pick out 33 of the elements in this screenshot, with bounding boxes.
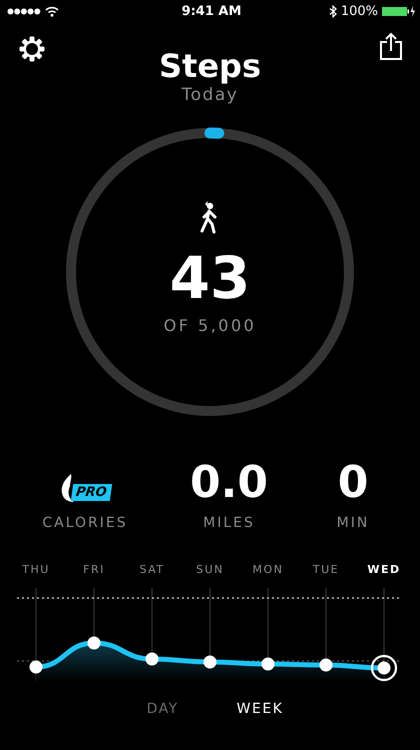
stat-label: MIN — [336, 515, 370, 531]
battery-icon — [382, 6, 416, 16]
step-goal: OF 5,000 — [164, 316, 256, 334]
day-label[interactable]: WED — [355, 563, 413, 576]
wifi-icon — [45, 6, 59, 16]
data-point[interactable] — [30, 660, 42, 674]
bluetooth-icon — [328, 4, 337, 18]
day-label[interactable]: MON — [239, 563, 297, 576]
step-count: 43 — [170, 246, 250, 310]
day-label[interactable]: FRI — [65, 563, 123, 576]
stat-label: MILES — [203, 515, 255, 531]
data-point[interactable] — [262, 658, 274, 670]
data-point[interactable] — [204, 656, 216, 668]
share-icon[interactable] — [380, 32, 402, 60]
data-point[interactable] — [320, 658, 332, 672]
day-label[interactable]: TUE — [297, 563, 355, 576]
range-tab[interactable]: DAY — [142, 699, 183, 719]
data-point[interactable] — [88, 636, 100, 650]
pro-badge: PRO — [70, 484, 112, 501]
screen-subtitle: Today — [182, 84, 238, 106]
day-label[interactable]: SAT — [123, 563, 181, 576]
signal-icon — [7, 8, 41, 14]
stat-label: CALORIES — [42, 515, 128, 531]
status-time: 9:41 AM — [182, 4, 242, 18]
range-tab[interactable]: WEEK — [232, 699, 288, 719]
data-point[interactable] — [146, 652, 158, 666]
screen-title: Steps — [159, 48, 261, 84]
stat-value: 0.0 — [190, 457, 268, 509]
battery-percent: 100% — [340, 4, 378, 18]
selected-data-point[interactable] — [370, 654, 398, 682]
stat-value: 0 — [338, 457, 368, 509]
day-label[interactable]: SUN — [181, 563, 239, 576]
day-label[interactable]: THU — [7, 563, 65, 576]
